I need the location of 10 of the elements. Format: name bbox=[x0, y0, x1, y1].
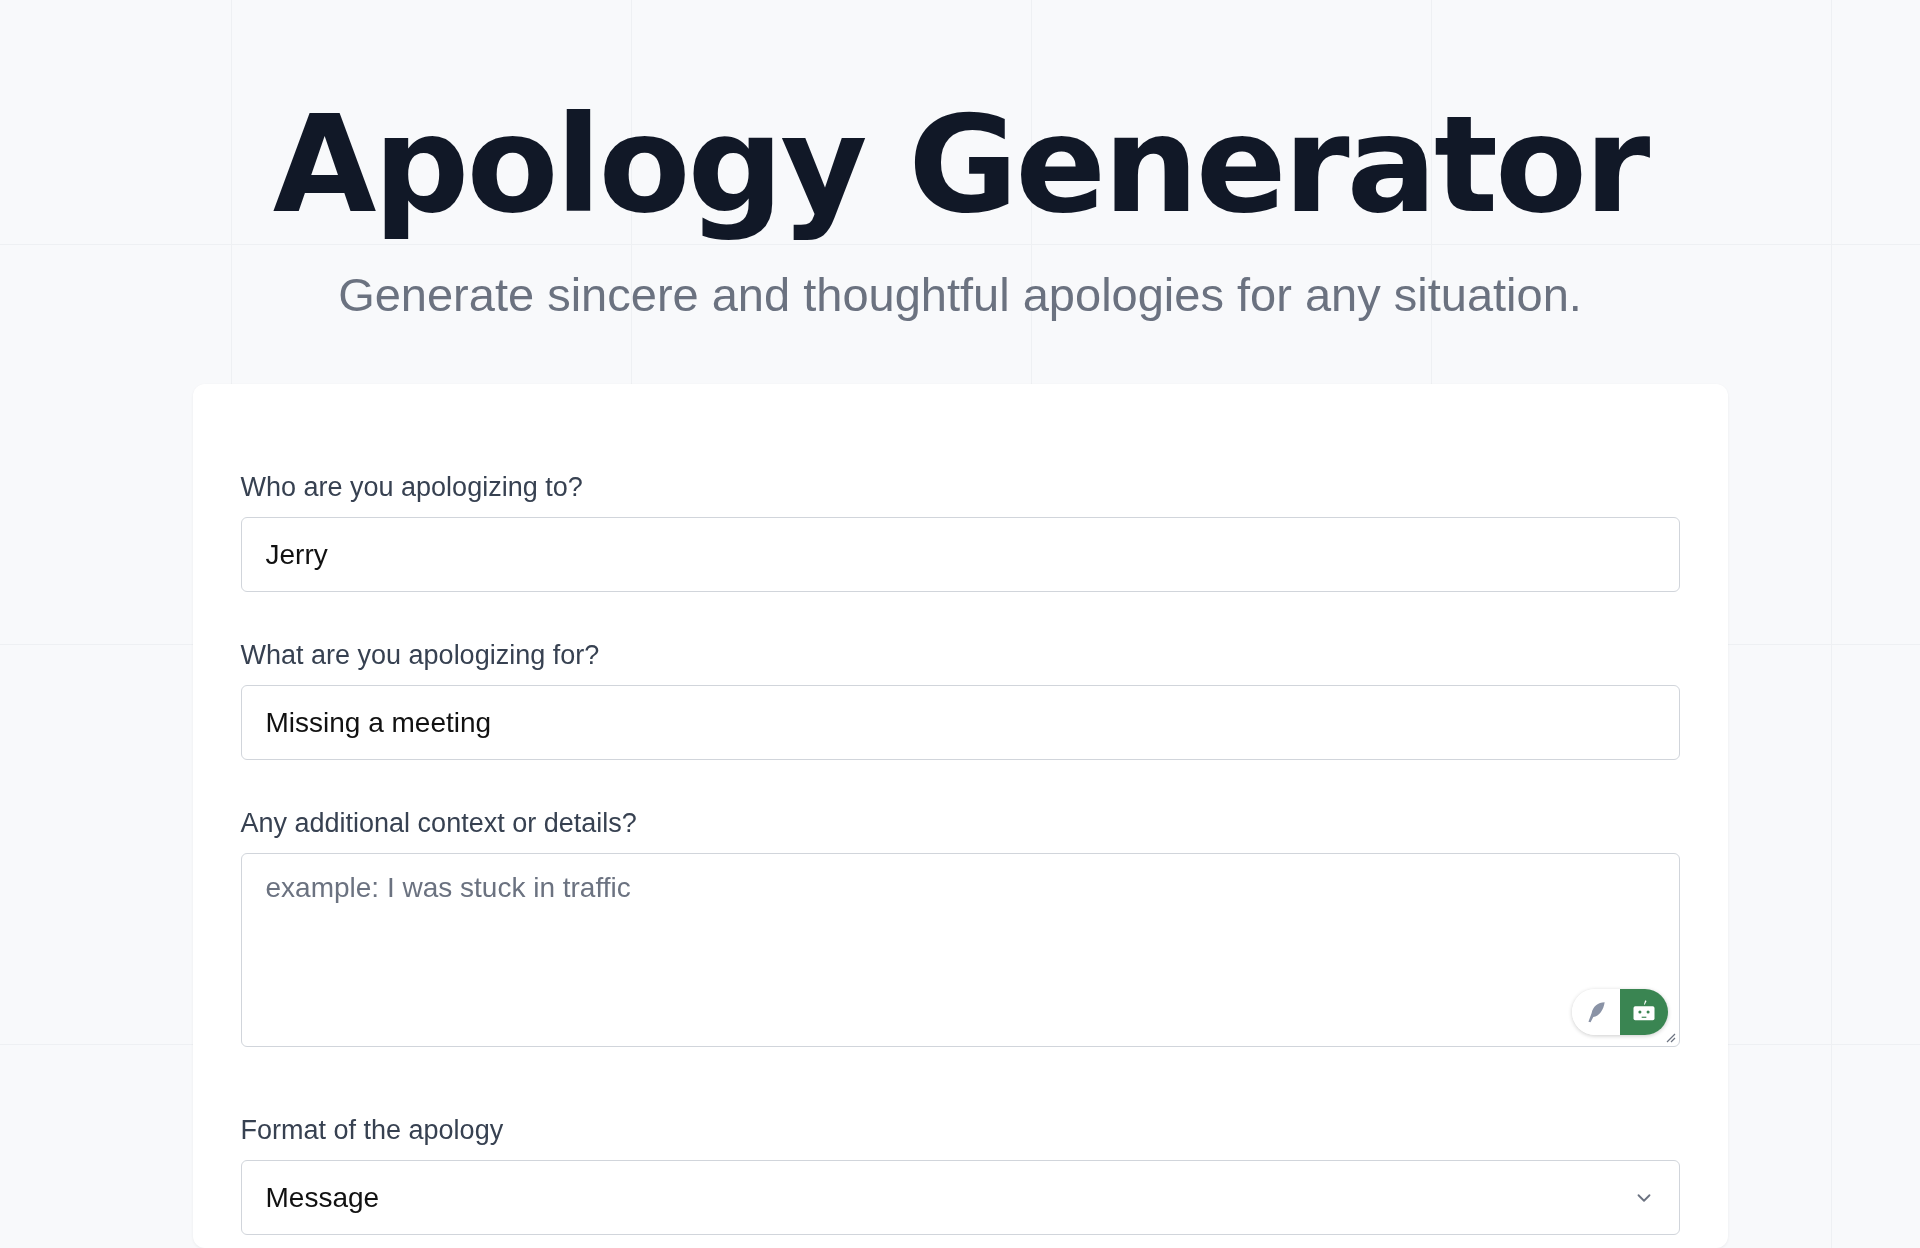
input-field[interactable]: Missing a meeting bbox=[240, 685, 1680, 761]
format-select[interactable]: Message bbox=[240, 1160, 1680, 1236]
page-subtitle: Generate sincere and thoughtful apologies for any situation. bbox=[338, 267, 1582, 323]
page-title: Apology Generator bbox=[272, 92, 1648, 240]
field-label: Any additional context or details? bbox=[240, 808, 638, 840]
text-area[interactable]: example: I was stuck in traffic bbox=[240, 853, 1680, 1048]
field-label: Format of the apology bbox=[240, 1115, 505, 1147]
field-label: Who are you apologizing to? bbox=[240, 472, 584, 504]
field-label: What are you apologizing for? bbox=[240, 640, 601, 672]
input-field[interactable]: Jerry bbox=[240, 517, 1680, 593]
